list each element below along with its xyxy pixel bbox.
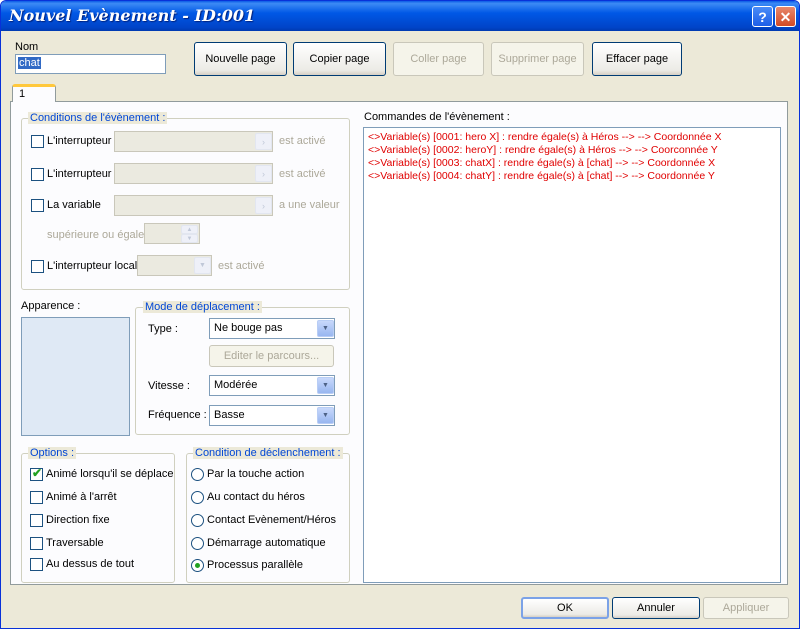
type-select[interactable]: Ne bouge pas ▼: [209, 318, 335, 339]
arrow-right-icon[interactable]: ›: [255, 133, 272, 150]
local-switch-suffix: est activé: [218, 260, 265, 272]
radio-selected-dot: [195, 563, 200, 568]
option-checkbox-passable[interactable]: [30, 537, 43, 550]
local-switch-label: L'interrupteur local: [47, 260, 138, 272]
option-label: Animé lorsqu'il se déplace: [46, 468, 174, 480]
ok-button[interactable]: OK: [521, 597, 609, 619]
cancel-button[interactable]: Annuler: [612, 597, 700, 619]
switch2-suffix: est activé: [279, 168, 326, 180]
name-label: Nom: [15, 41, 39, 53]
name-value: chat: [18, 57, 41, 69]
tab-1[interactable]: 1: [12, 84, 56, 102]
variable-comparison: supérieure ou égale: [47, 229, 145, 241]
chevron-down-icon[interactable]: ▼: [317, 407, 334, 424]
speed-select[interactable]: Modérée ▼: [209, 375, 335, 396]
switch2-field[interactable]: ›: [114, 163, 273, 184]
spin-down-icon[interactable]: ▼: [181, 234, 198, 243]
commands-list[interactable]: <>Variable(s) [0001: hero X] : rendre ég…: [363, 127, 781, 583]
trigger-label: Par la touche action: [207, 468, 305, 480]
window-title: Nouvel Evènement - ID:001: [9, 6, 256, 25]
trigger-radio-action-key[interactable]: [191, 468, 204, 481]
title-bar[interactable]: Nouvel Evènement - ID:001 ? ✕: [1, 1, 799, 31]
appearance-preview[interactable]: [21, 317, 130, 436]
paste-page-button[interactable]: Coller page: [393, 42, 484, 76]
variable-suffix: a une valeur: [279, 199, 340, 211]
name-input[interactable]: chat: [15, 54, 166, 74]
command-line[interactable]: <>Variable(s) [0004: chatY] : rendre éga…: [368, 170, 715, 182]
trigger-radio-parallel[interactable]: [191, 559, 204, 572]
chevron-down-icon[interactable]: ▼: [317, 377, 334, 394]
arrow-right-icon[interactable]: ›: [255, 165, 272, 182]
frequency-label: Fréquence :: [148, 409, 207, 421]
appearance-label: Apparence :: [21, 300, 81, 312]
option-label: Direction fixe: [46, 514, 110, 526]
apply-button[interactable]: Appliquer: [703, 597, 789, 619]
switch1-suffix: est activé: [279, 135, 326, 147]
trigger-legend: Condition de déclenchement :: [193, 447, 343, 459]
commands-label: Commandes de l'évènement :: [364, 111, 510, 123]
help-icon[interactable]: ?: [752, 6, 773, 27]
switch2-checkbox[interactable]: [31, 168, 44, 181]
local-switch-checkbox[interactable]: [31, 260, 44, 273]
tab-label: 1: [19, 88, 26, 100]
switch1-field[interactable]: ›: [114, 131, 273, 152]
option-checkbox-fixed-direction[interactable]: [30, 514, 43, 527]
frequency-value: Basse: [214, 409, 245, 421]
copy-page-button[interactable]: Copier page: [293, 42, 386, 76]
command-line[interactable]: <>Variable(s) [0002: heroY] : rendre éga…: [368, 144, 718, 156]
variable-value-stepper[interactable]: ▲ ▼: [144, 223, 200, 244]
trigger-radio-autorun[interactable]: [191, 537, 204, 550]
trigger-radio-event-touch[interactable]: [191, 514, 204, 527]
frequency-select[interactable]: Basse ▼: [209, 405, 335, 426]
edit-route-button[interactable]: Editer le parcours...: [209, 345, 334, 367]
new-page-button[interactable]: Nouvelle page: [194, 42, 287, 76]
type-label: Type :: [148, 323, 178, 335]
option-checkbox-animated-idle[interactable]: [30, 491, 43, 504]
options-legend: Options :: [28, 447, 77, 459]
variable-field[interactable]: ›: [114, 195, 273, 216]
switch1-checkbox[interactable]: [31, 135, 44, 148]
variable-checkbox[interactable]: [31, 199, 44, 212]
conditions-legend: Conditions de l'évènement :: [28, 112, 168, 124]
trigger-radio-hero-touch[interactable]: [191, 491, 204, 504]
command-line[interactable]: <>Variable(s) [0003: chatX] : rendre éga…: [368, 157, 715, 169]
type-value: Ne bouge pas: [214, 322, 283, 334]
checkmark-icon: ✔: [32, 466, 43, 480]
trigger-label: Démarrage automatique: [207, 537, 326, 549]
close-icon[interactable]: ✕: [775, 6, 796, 27]
local-switch-select[interactable]: ▼: [137, 255, 212, 276]
trigger-label: Processus parallèle: [207, 559, 303, 571]
switch1-label: L'interrupteur: [47, 135, 112, 147]
arrow-right-icon[interactable]: ›: [255, 197, 272, 214]
chevron-down-icon[interactable]: ▼: [317, 320, 334, 337]
option-checkbox-always-on-top[interactable]: [30, 558, 43, 571]
speed-value: Modérée: [214, 379, 258, 391]
variable-label: La variable: [47, 199, 101, 211]
command-line[interactable]: <>Variable(s) [0001: hero X] : rendre ég…: [368, 131, 722, 143]
delete-page-button[interactable]: Supprimer page: [491, 42, 584, 76]
option-label: Au dessus de tout: [46, 558, 135, 570]
speed-label: Vitesse :: [148, 380, 190, 392]
switch2-label: L'interrupteur: [47, 168, 112, 180]
trigger-label: Au contact du héros: [207, 491, 305, 503]
option-checkbox-animated-moving[interactable]: ✔: [30, 466, 43, 481]
event-dialog: Nouvel Evènement - ID:001 ? ✕ Nom chat N…: [0, 0, 800, 629]
trigger-label: Contact Evènement/Héros: [207, 514, 337, 526]
option-label: Traversable: [46, 537, 104, 549]
option-label: Animé à l'arrêt: [46, 491, 117, 503]
clear-page-button[interactable]: Effacer page: [592, 42, 682, 76]
movement-legend: Mode de déplacement :: [143, 301, 262, 313]
spin-up-icon[interactable]: ▲: [181, 225, 198, 234]
chevron-down-icon[interactable]: ▼: [194, 257, 211, 274]
